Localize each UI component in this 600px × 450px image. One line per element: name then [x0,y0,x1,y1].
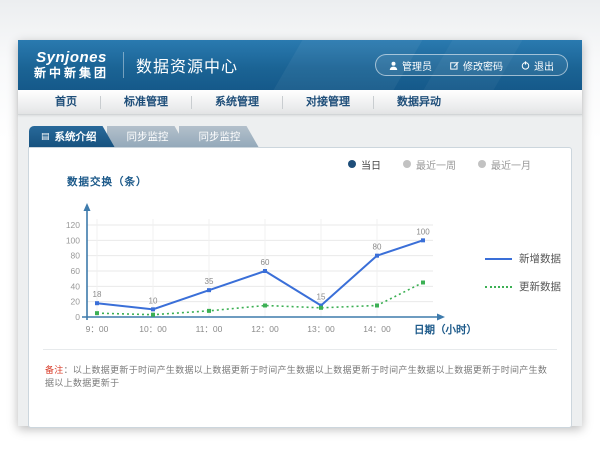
edit-icon [450,61,459,70]
app-window: Synjones 新中新集团 数据资源中心 管理员 修改密码 [18,40,582,426]
svg-text:14：00: 14：00 [363,324,391,334]
nav-item-system-mgmt[interactable]: 系统管理 [192,90,282,115]
svg-text:18: 18 [93,290,102,299]
y-axis-title: 数据交换（条） [67,174,561,189]
svg-text:80: 80 [373,243,382,252]
logo-text-en: Synjones [34,50,109,67]
legend-item-new-data[interactable]: 新增数据 [485,251,561,266]
filter-label: 最近一月 [491,157,531,172]
tab-label: 同步监控 [127,129,169,144]
chart-panel: 当日 最近一周 最近一月 数据交换（条） 0 20 40 60 80 100 120 9：00… [28,147,572,428]
header-divider [123,52,124,78]
legend-label: 更新数据 [519,279,561,294]
svg-text:11：00: 11：00 [196,324,223,334]
svg-text:10: 10 [149,296,158,305]
svg-text:10：00: 10：00 [139,324,167,334]
nav-item-interface-mgmt[interactable]: 对接管理 [283,90,373,115]
tab-label: 系统介绍 [55,129,97,144]
filter-label: 最近一周 [416,157,456,172]
radio-dot-icon [478,160,486,168]
tab-sync-monitor-2[interactable]: 同步监控 [179,126,259,147]
note-text: ：以上数据更新于时间产生数据以上数据更新于时间产生数据以上数据更新于时间产生数据… [45,365,547,388]
note-prefix: 备注 [45,365,64,375]
app-header: Synjones 新中新集团 数据资源中心 管理员 修改密码 [18,40,582,90]
tab-system-intro[interactable]: ▤ 系统介绍 [29,126,115,147]
solid-line-icon [485,258,512,260]
change-password-label: 修改密码 [463,58,503,73]
svg-text:9：00: 9：00 [86,324,109,334]
tab-label: 同步监控 [199,129,241,144]
svg-text:80: 80 [71,251,81,261]
nav-item-standard-mgmt[interactable]: 标准管理 [101,90,191,115]
user-icon [389,61,398,70]
nav-item-home[interactable]: 首页 [32,90,100,115]
main-nav: 首页 标准管理 系统管理 对接管理 数据异动 [18,90,582,115]
user-menu-admin[interactable]: 管理员 [380,58,441,73]
logo-text-cn: 新中新集团 [34,67,109,80]
filter-option-today[interactable]: 当日 [348,157,381,172]
footer-note: 备注：以上数据更新于时间产生数据以上数据更新于时间产生数据以上数据更新于时间产生… [43,349,557,389]
radio-dot-icon [403,160,411,168]
svg-text:100: 100 [66,235,80,245]
document-icon: ▤ [41,132,50,141]
svg-text:15: 15 [317,293,326,302]
brand-logo: Synjones 新中新集团 [34,50,109,80]
logout-icon [521,61,530,70]
svg-text:0: 0 [75,312,80,322]
change-password-button[interactable]: 修改密码 [441,58,512,73]
tab-sync-monitor-1[interactable]: 同步监控 [107,126,187,147]
filter-label: 当日 [361,157,381,172]
svg-text:60: 60 [261,258,270,267]
svg-text:20: 20 [71,297,81,307]
nav-item-data-change[interactable]: 数据异动 [374,90,464,115]
user-menu-admin-label: 管理员 [402,58,432,73]
tab-strip: ▤ 系统介绍 同步监控 同步监控 [28,126,572,147]
svg-text:120: 120 [66,220,80,230]
svg-text:40: 40 [71,281,81,291]
logout-label: 退出 [534,58,554,73]
chart-legend: 新增数据 更新数据 [485,251,561,294]
filter-option-last-week[interactable]: 最近一周 [403,157,456,172]
legend-item-updated-data[interactable]: 更新数据 [485,279,561,294]
user-menu: 管理员 修改密码 退出 [375,54,568,76]
legend-label: 新增数据 [519,251,561,266]
svg-text:100: 100 [416,227,430,236]
filter-option-last-month[interactable]: 最近一月 [478,157,531,172]
time-range-filter: 当日 最近一周 最近一月 [39,156,561,172]
line-chart: 0 20 40 60 80 100 120 9：00 10：00 11：00 12：00 13：00 1… [39,189,479,347]
logout-button[interactable]: 退出 [512,58,563,73]
dotted-line-icon [485,286,512,288]
radio-dot-icon [348,160,356,168]
content-area: ▤ 系统介绍 同步监控 同步监控 当日 最近一周 [18,115,582,428]
svg-text:12：00: 12：00 [251,324,279,334]
page-title: 数据资源中心 [136,53,238,77]
svg-text:60: 60 [71,266,81,276]
chart-row: 0 20 40 60 80 100 120 9：00 10：00 11：00 12：00 13：00 1… [39,189,561,347]
svg-text:日期（小时）: 日期（小时） [414,323,477,336]
svg-text:13：00: 13：00 [307,324,335,334]
svg-text:35: 35 [205,277,214,286]
